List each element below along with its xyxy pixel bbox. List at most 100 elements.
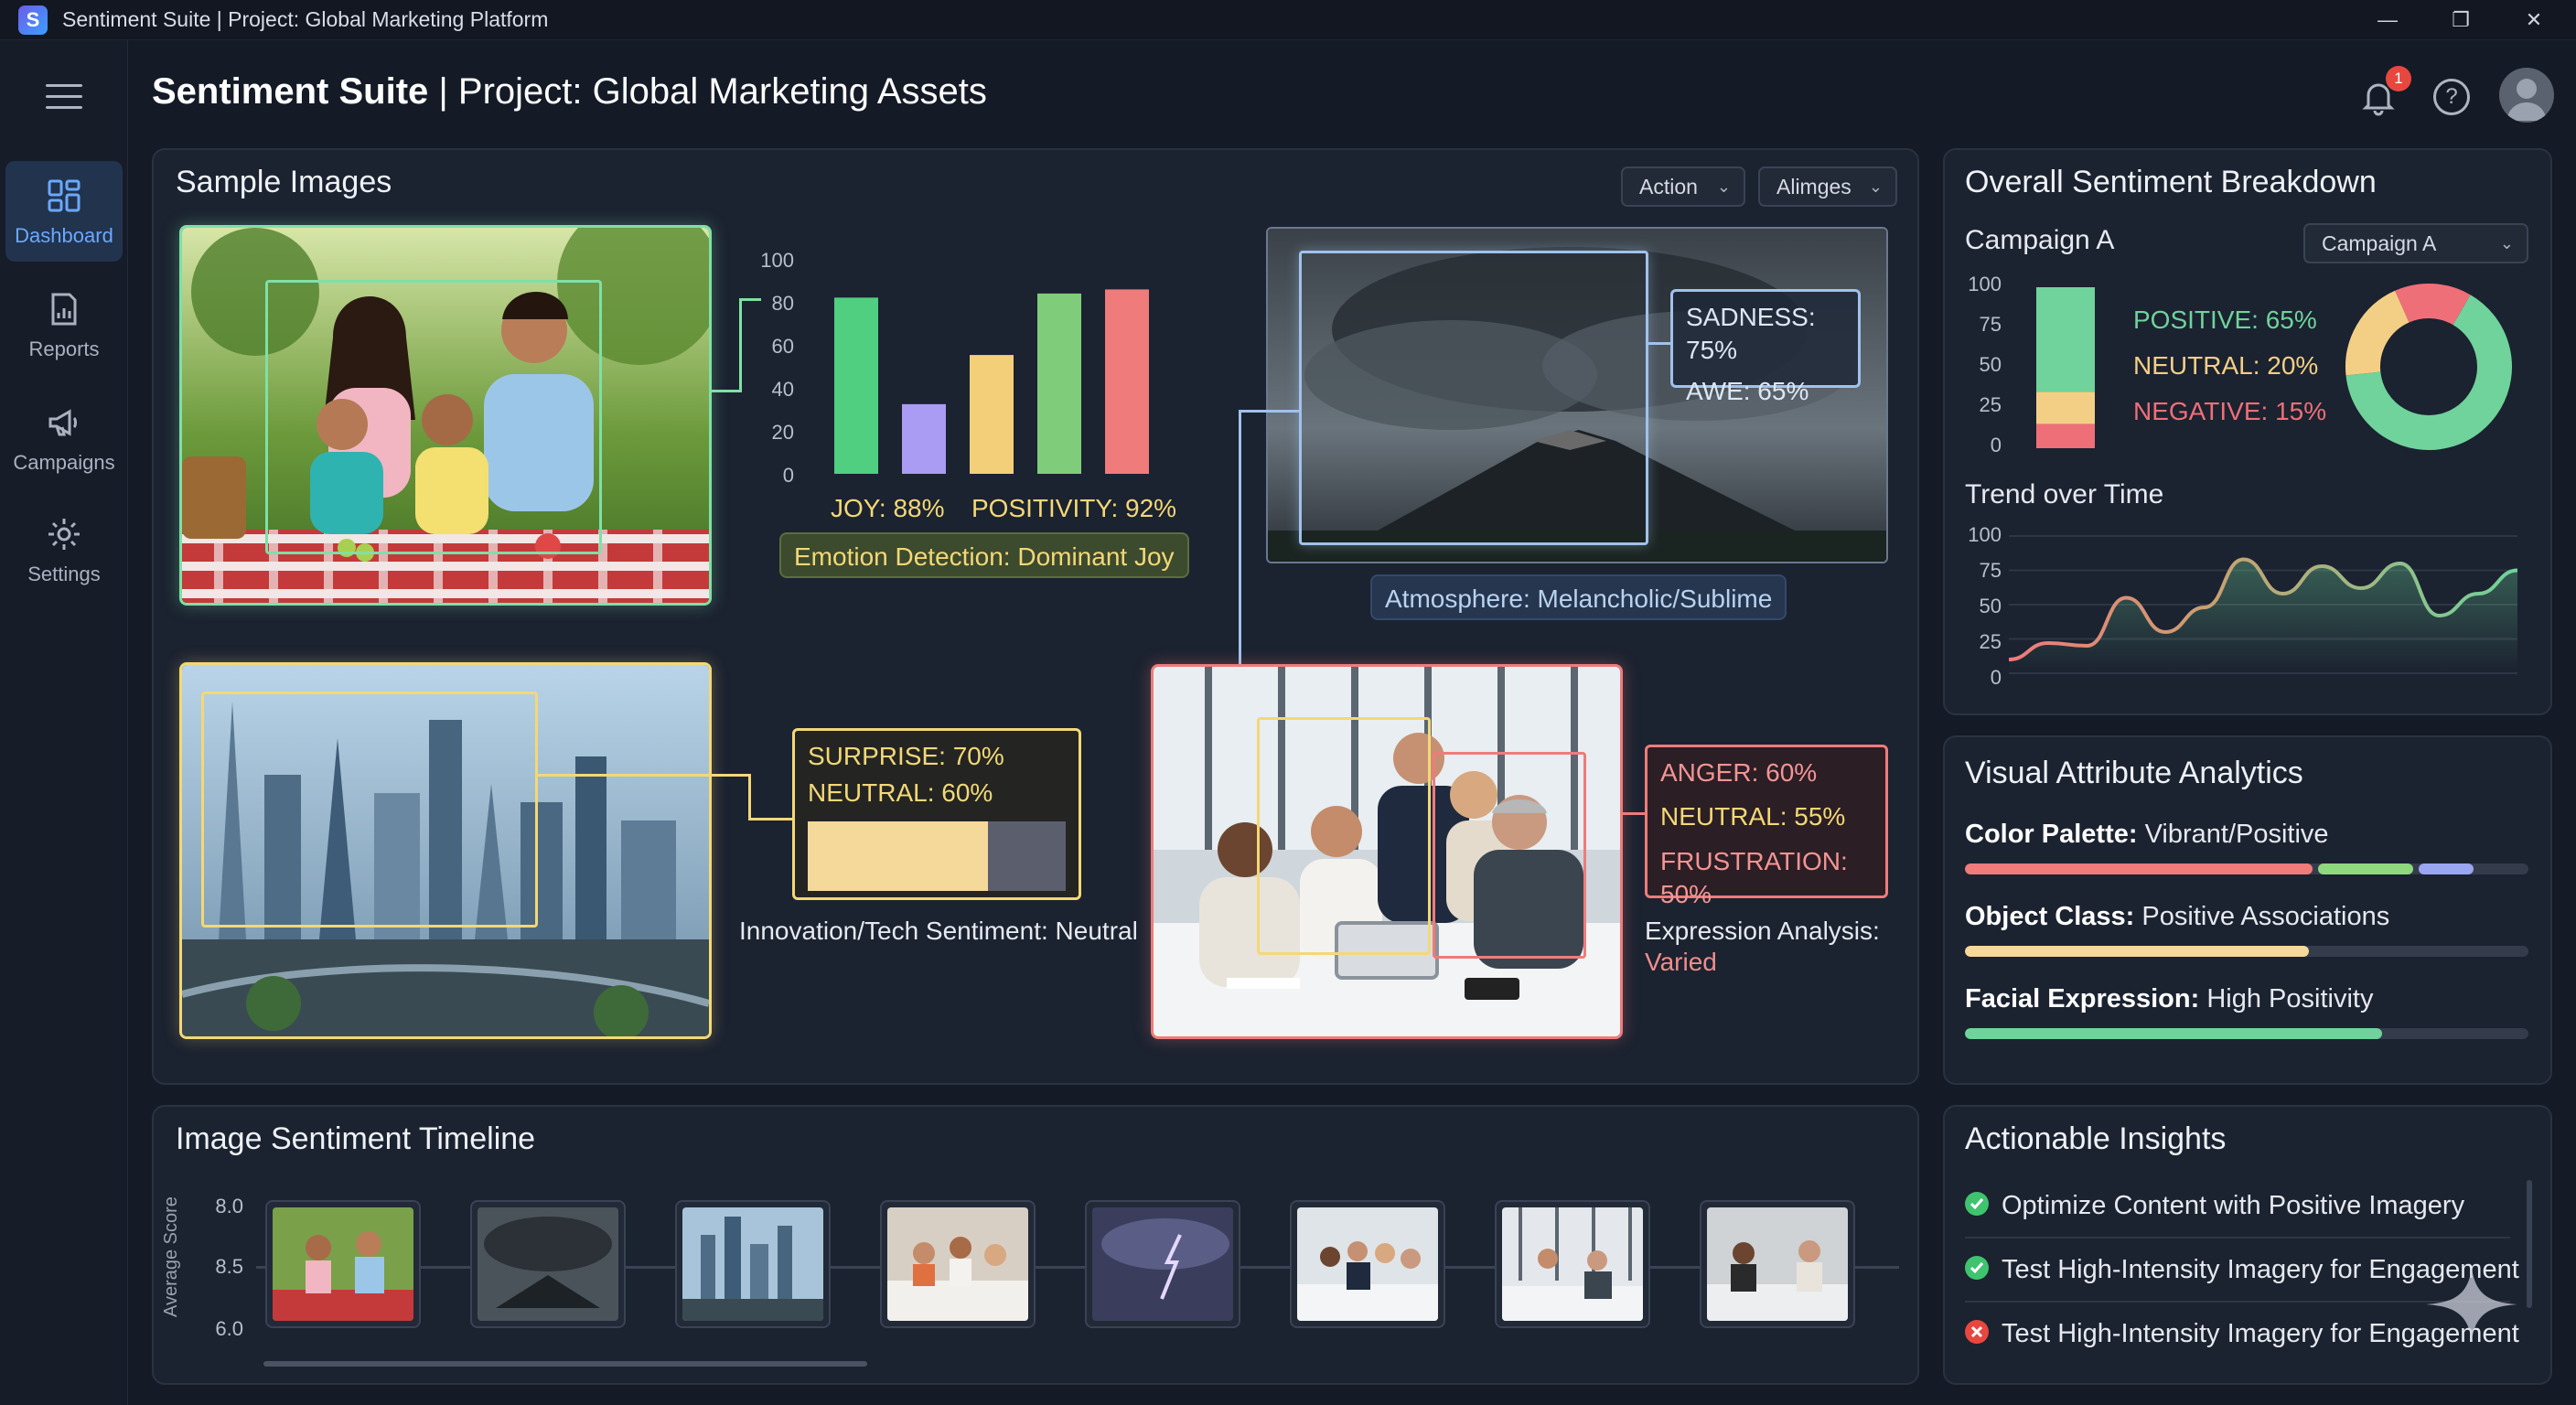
connector-line <box>1239 410 1299 413</box>
sidebar-item-reports[interactable]: Reports <box>5 274 123 375</box>
insights-scrollbar[interactable] <box>2527 1180 2532 1308</box>
y-tick-label: 40 <box>771 378 794 401</box>
timeline-tick: 8.0 <box>215 1195 243 1217</box>
y-tick-label: 80 <box>771 292 794 315</box>
timeline-y-label: Average Score <box>161 1196 182 1317</box>
timeline-tick: 6.0 <box>215 1317 243 1340</box>
y-tick-label: 0 <box>782 464 794 487</box>
sidebar-item-label: Dashboard <box>15 224 113 247</box>
sidebar-item-campaigns[interactable]: Campaigns <box>5 388 123 488</box>
sentiment-donut-chart <box>2345 284 2512 450</box>
atmosphere-caption: Atmosphere: Melancholic/Sublime <box>1370 574 1787 620</box>
facial-expression-label: Facial Expression: High Positivity <box>1965 984 2374 1014</box>
emotion-bar <box>1037 293 1081 474</box>
color-palette-label: Color Palette: Vibrant/Positive <box>1965 820 2329 849</box>
timeline-thumb-workshop[interactable] <box>1700 1200 1855 1328</box>
timeline-thumb-lightning[interactable] <box>1085 1200 1240 1328</box>
connector-line <box>748 774 751 820</box>
timeline-thumb-storm[interactable] <box>470 1200 626 1328</box>
connector-line <box>1239 410 1241 666</box>
emotion-detection-caption: Emotion Detection: Dominant Joy <box>779 532 1189 578</box>
avatar[interactable] <box>2499 68 2554 123</box>
sidebar-item-settings[interactable]: Settings <box>5 499 123 600</box>
connector-line <box>1623 812 1647 815</box>
help-icon[interactable]: ? <box>2433 79 2470 115</box>
gear-icon <box>48 519 80 550</box>
y-tick-label: 50 <box>1979 353 2002 376</box>
frustration-score: FRUSTRATION: 50% <box>1660 846 1848 909</box>
color-palette-bar <box>1965 863 2528 874</box>
chevron-down-icon: ⌄ <box>1716 177 1731 196</box>
connector-line <box>1648 342 1672 345</box>
emotion-bar <box>902 403 946 474</box>
insight-item[interactable]: Optimize Content with Positive Imagery <box>1965 1191 2464 1221</box>
legend-neutral: NEUTRAL: 20% <box>2133 351 2319 380</box>
y-tick-label: 0 <box>1990 666 2002 689</box>
sidebar-item-label: Campaigns <box>13 451 115 474</box>
innovation-caption: Innovation/Tech Sentiment: Neutral <box>739 917 1138 945</box>
window-titlebar: S Sentiment Suite | Project: Global Mark… <box>0 0 2576 40</box>
panel-title: Overall Sentiment Breakdown <box>1965 165 2377 199</box>
object-class-label: Object Class: Positive Associations <box>1965 902 2390 931</box>
face-detection-box <box>265 280 602 554</box>
panel-title: Actionable Insights <box>1965 1121 2227 1156</box>
connector-line <box>748 818 794 820</box>
emotion-bar-chart: 100 80 60 40 20 0 <box>760 249 1178 494</box>
joy-score: JOY: 88% <box>831 494 945 522</box>
object-detection-box <box>201 692 538 928</box>
y-tick-label: 75 <box>1979 559 2002 582</box>
legend-negative: NEGATIVE: 15% <box>2133 397 2327 425</box>
anger-score: ANGER: 60% <box>1660 758 1818 787</box>
campaign-select[interactable]: Campaign A ⌄ <box>2303 223 2528 263</box>
face-detection-box <box>1257 717 1431 955</box>
connector-line <box>739 298 742 392</box>
restore-button[interactable]: ❐ <box>2433 4 2488 37</box>
menu-icon[interactable] <box>46 84 82 112</box>
y-tick-label: 100 <box>1968 523 2002 546</box>
sidebar-item-label: Reports <box>28 338 100 360</box>
chevron-down-icon: ⌄ <box>1868 177 1883 196</box>
color-swatch-red <box>1965 863 2313 874</box>
trend-area-chart <box>2009 535 2518 674</box>
timeline-thumb-city[interactable] <box>675 1200 831 1328</box>
neutral-score: NEUTRAL: 55% <box>1660 802 1846 831</box>
divider <box>1965 1237 2510 1239</box>
page-title: Sentiment Suite | Project: Global Market… <box>152 71 987 112</box>
panel-title: Sample Images <box>176 165 392 199</box>
timeline-scrollbar[interactable] <box>263 1361 867 1367</box>
minimize-button[interactable]: — <box>2360 4 2415 37</box>
y-tick-label: 100 <box>760 249 794 272</box>
cross-icon <box>1965 1320 1989 1345</box>
close-button[interactable]: ✕ <box>2506 4 2561 37</box>
images-filter-dropdown[interactable]: Alimges ⌄ <box>1758 166 1897 207</box>
timeline-thumb-family[interactable] <box>265 1200 421 1328</box>
legend-positive: POSITIVE: 65% <box>2133 306 2317 334</box>
stacked-segment <box>2036 287 2095 392</box>
timeline-tick: 8.5 <box>215 1255 243 1278</box>
megaphone-icon <box>48 409 77 436</box>
y-tick-label: 50 <box>1979 595 2002 617</box>
sadness-score: SADNESS: 75% <box>1686 303 1816 365</box>
check-icon <box>1965 1256 1989 1281</box>
campaign-label: Campaign A <box>1965 225 2115 255</box>
expression-caption: Expression Analysis: <box>1645 917 1880 945</box>
sparkle-icon <box>2426 1268 2517 1341</box>
timeline-thumb-office[interactable] <box>1495 1200 1650 1328</box>
color-swatch-blue <box>2419 863 2474 874</box>
action-filter-dropdown[interactable]: Action ⌄ <box>1621 166 1745 207</box>
trend-title: Trend over Time <box>1965 479 2164 509</box>
check-icon <box>1965 1192 1989 1217</box>
panel-title: Visual Attribute Analytics <box>1965 756 2303 790</box>
storm-emotion-box: SADNESS: 75% AWE: 65% <box>1670 289 1861 405</box>
emotion-bar <box>1105 289 1149 474</box>
face-detection-box <box>1433 752 1586 959</box>
sidebar-item-dashboard[interactable]: Dashboard <box>5 161 123 262</box>
color-swatch-green <box>2318 863 2413 874</box>
object-class-bar <box>1965 946 2528 957</box>
timeline-thumb-meeting[interactable] <box>880 1200 1036 1328</box>
y-tick-label: 20 <box>771 421 794 444</box>
timeline-thumb-team[interactable] <box>1290 1200 1445 1328</box>
scene-detection-box <box>1299 251 1648 545</box>
y-tick-label: 25 <box>1979 630 2002 653</box>
dashboard-icon <box>48 179 80 212</box>
